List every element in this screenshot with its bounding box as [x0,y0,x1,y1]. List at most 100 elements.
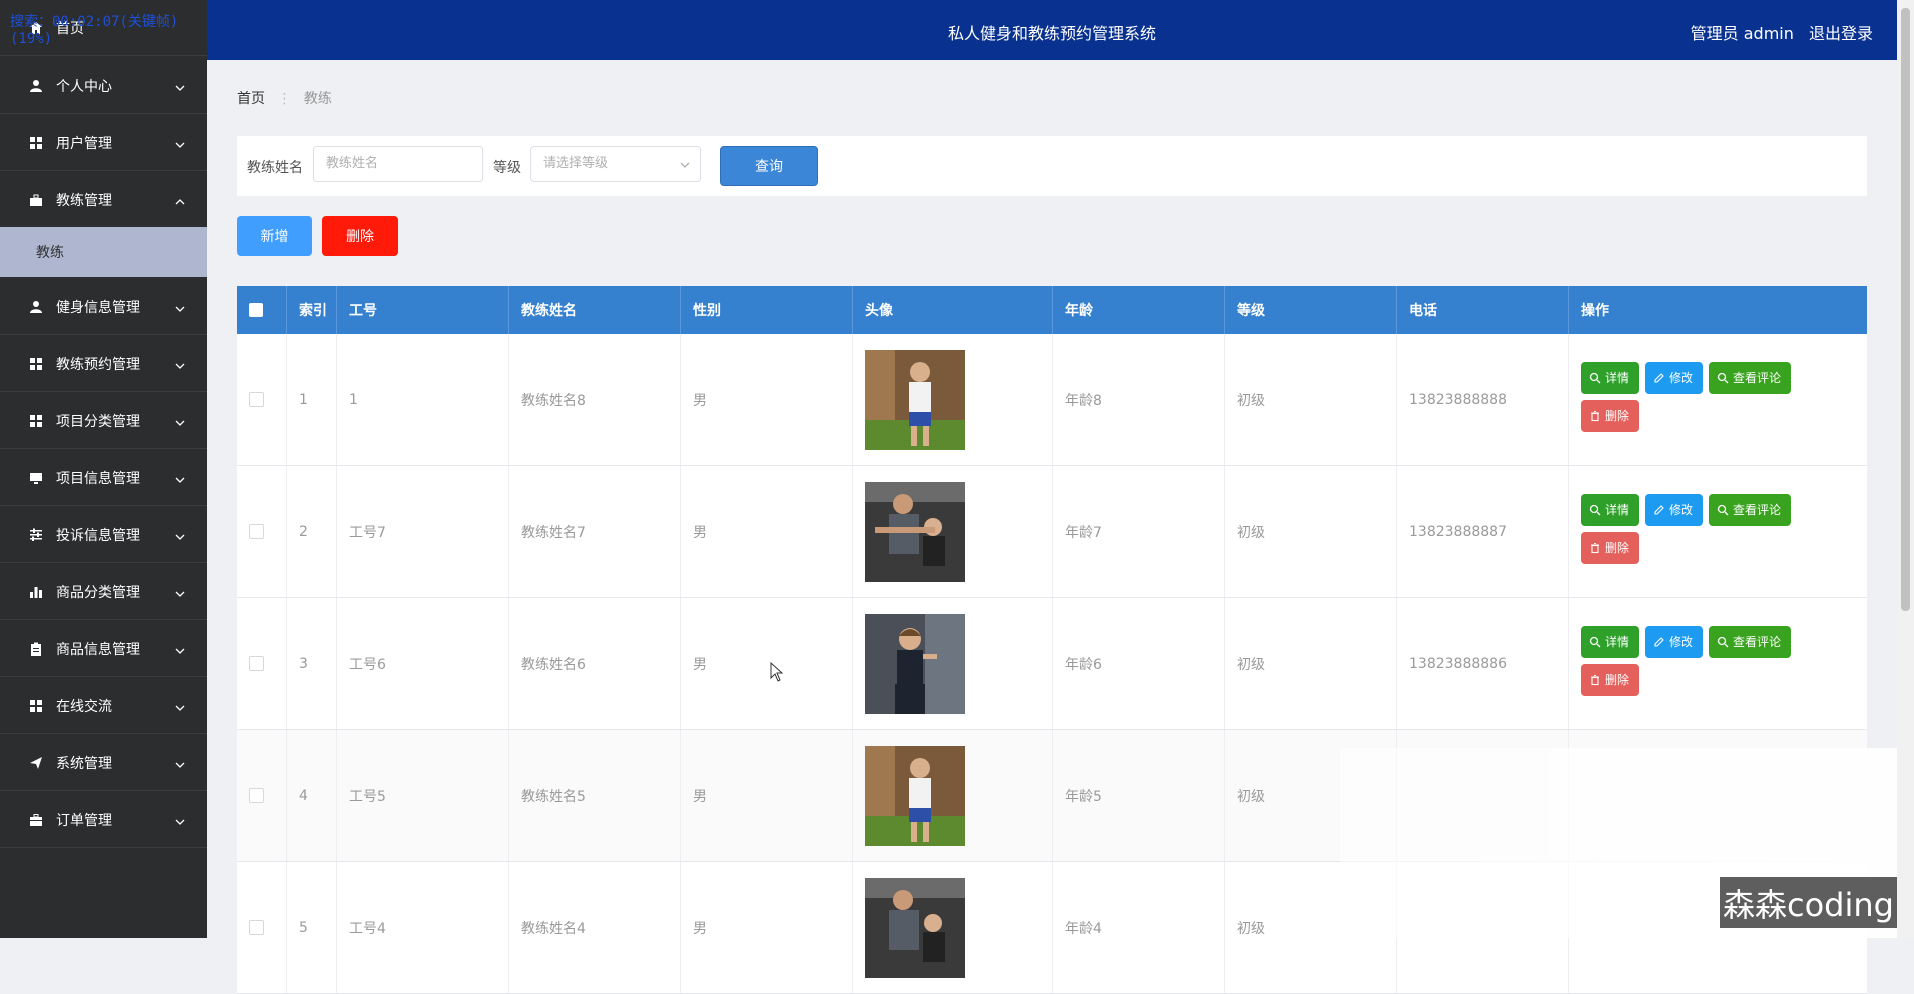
cell-avatar [853,334,1053,465]
sidebar-item-user-management[interactable]: 用户管理 [0,115,207,171]
header-avatar: 头像 [853,286,1053,334]
sidebar-item-label: 投诉信息管理 [56,527,140,544]
cell-actions: 详情 修改 查看评论 删除 [1569,334,1867,465]
search-icon [1717,372,1729,383]
row-checkbox[interactable] [249,524,264,539]
sidebar-item-system-management[interactable]: 系统管理 [0,735,207,791]
row-checkbox[interactable] [249,656,264,671]
vertical-scrollbar[interactable] [1897,0,1914,938]
add-button[interactable]: 新增 [237,216,312,256]
sidebar-item-project-category[interactable]: 项目分类管理 [0,393,207,449]
chevron-down-icon [680,148,690,182]
row-actions: 详情 修改 查看评论 删除 [1581,493,1792,570]
row-delete-button[interactable]: 删除 [1581,663,1640,696]
coach-name-input[interactable]: 教练姓名 [313,146,483,182]
row-checkbox[interactable] [249,392,264,407]
sidebar-item-order-management[interactable]: 订单管理 [0,792,207,848]
scrollbar-thumb[interactable] [1901,8,1910,611]
logout-link[interactable]: 退出登录 [1809,24,1873,43]
search-icon [1589,504,1601,515]
sidebar-item-label: 教练预约管理 [56,356,140,373]
top-header: 私人健身和教练预约管理系统 管理员 admin 退出登录 [207,0,1897,60]
person-icon [28,299,44,315]
table-header: 索引 工号 教练姓名 性别 头像 年龄 等级 电话 操作 [237,286,1867,334]
detail-button[interactable]: 详情 [1581,361,1640,394]
edit-icon [1654,372,1664,383]
query-button[interactable]: 查询 [720,146,818,186]
cell-id: 工号6 [337,598,509,729]
grid-icon [28,135,44,151]
sidebar-item-personal-center[interactable]: 个人中心 [0,58,207,114]
row-delete-button[interactable]: 删除 [1581,531,1640,564]
cell-gender: 男 [681,730,853,861]
chevron-down-icon [175,758,185,768]
trash-icon [1591,674,1599,685]
sidebar-item-label: 在线交流 [56,698,112,715]
cell-name: 教练姓名6 [509,598,681,729]
bar-chart-icon [28,584,44,600]
row-actions: 详情 修改 查看评论 删除 [1581,361,1792,438]
edit-label: 修改 [1669,503,1694,517]
chevron-down-icon [175,815,185,825]
sidebar-item-fitness-info[interactable]: 健身信息管理 [0,279,207,335]
level-select[interactable]: 请选择等级 [530,146,701,182]
header-gender: 性别 [681,286,853,334]
select-all-checkbox[interactable] [249,303,263,317]
sidebar-item-goods-category[interactable]: 商品分类管理 [0,564,207,620]
breadcrumb-home[interactable]: 首页 [237,91,265,107]
header-name: 教练姓名 [509,286,681,334]
cell-id: 工号5 [337,730,509,861]
sidebar-item-goods-info[interactable]: 商品信息管理 [0,621,207,677]
cell-index: 2 [287,466,337,597]
detail-label: 详情 [1605,371,1630,385]
cell-level: 初级 [1225,466,1397,597]
edit-button[interactable]: 修改 [1645,361,1704,394]
view-reviews-button[interactable]: 查看评论 [1709,361,1792,394]
cell-id: 工号7 [337,466,509,597]
level-label: 等级 [493,160,521,176]
sliders-icon [28,527,44,543]
header-phone: 电话 [1397,286,1569,334]
trash-icon [1591,542,1599,553]
sidebar-item-label: 个人中心 [56,78,112,95]
video-search-overlay: 搜索：00:02:07(关键帧)(19%) [10,14,179,47]
chevron-up-icon [175,195,185,205]
coach-name-label: 教练姓名 [247,160,303,176]
row-checkbox-cell [237,466,287,597]
sidebar-item-online-chat[interactable]: 在线交流 [0,678,207,734]
sidebar-item-coach-booking[interactable]: 教练预约管理 [0,336,207,392]
cell-gender: 男 [681,334,853,465]
detail-label: 详情 [1605,503,1630,517]
sidebar-item-label: 项目分类管理 [56,413,140,430]
coach-avatar-image [865,481,965,582]
cell-age: 年龄8 [1053,334,1225,465]
cell-phone: 13823888887 [1397,466,1569,597]
header-age: 年龄 [1053,286,1225,334]
grid-icon [28,356,44,372]
sidebar-item-project-info[interactable]: 项目信息管理 [0,450,207,506]
view-reviews-button[interactable]: 查看评论 [1709,625,1792,658]
sidebar-item-label: 系统管理 [56,755,112,772]
batch-delete-button[interactable]: 删除 [322,216,398,256]
row-checkbox[interactable] [249,920,264,935]
row-checkbox-cell [237,862,287,993]
sidebar-subitem-label: 教练 [36,245,64,261]
sidebar-item-complaint-info[interactable]: 投诉信息管理 [0,507,207,563]
row-checkbox[interactable] [249,788,264,803]
view-reviews-button[interactable]: 查看评论 [1709,493,1792,526]
edit-button[interactable]: 修改 [1645,625,1704,658]
detail-button[interactable]: 详情 [1581,625,1640,658]
toolbox-icon [28,812,44,828]
sidebar-item-coach-management[interactable]: 教练管理 [0,172,207,228]
chevron-down-icon [175,302,185,312]
cell-level: 初级 [1225,334,1397,465]
detail-button[interactable]: 详情 [1581,493,1640,526]
row-delete-button[interactable]: 删除 [1581,399,1640,432]
sidebar-item-label: 项目信息管理 [56,470,140,487]
search-icon [1717,504,1729,515]
chevron-down-icon [175,473,185,483]
sidebar-subitem-coach[interactable]: 教练 [0,227,207,277]
edit-label: 修改 [1669,635,1694,649]
cell-id: 工号4 [337,862,509,993]
edit-button[interactable]: 修改 [1645,493,1704,526]
